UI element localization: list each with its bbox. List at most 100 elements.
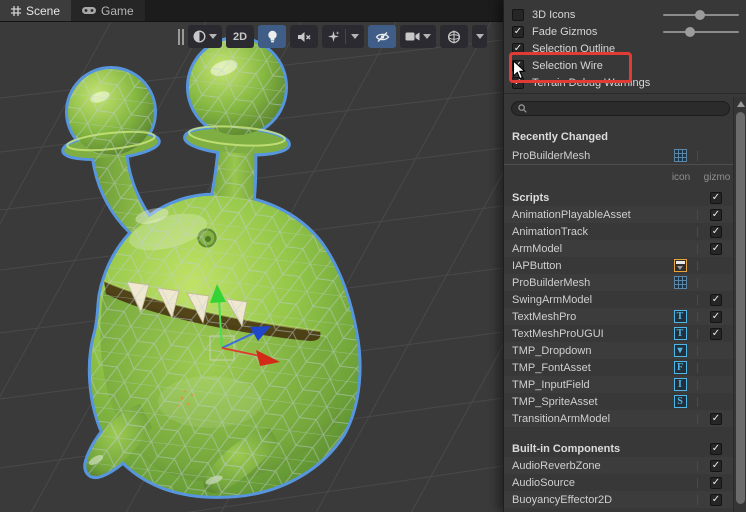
gizmo-option-row[interactable]: 3D Icons (504, 6, 746, 23)
gizmos-menu-button[interactable] (440, 25, 468, 48)
slider-thumb[interactable] (695, 10, 706, 20)
component-row[interactable]: SwingArmModel ✓ (504, 291, 746, 308)
effects-menu-button[interactable] (322, 25, 364, 48)
option-checkbox[interactable]: ✓ (512, 25, 524, 38)
gizmo-checkbox[interactable]: ✓ (710, 242, 722, 255)
scene-viewport[interactable] (0, 21, 503, 512)
column-divider (697, 379, 698, 390)
gizmo-cell: ✓ (707, 310, 725, 323)
component-row[interactable]: TextMeshPro T ✓ (504, 308, 746, 325)
light-bulb-icon (267, 30, 277, 42)
scroll-up-arrow-icon[interactable] (737, 101, 745, 107)
column-divider (697, 243, 698, 254)
gizmo-checkbox[interactable]: ✓ (710, 327, 722, 340)
column-divider (697, 460, 698, 471)
gizmo-checkbox[interactable]: ✓ (710, 310, 722, 323)
slider-thumb[interactable] (685, 27, 696, 37)
column-headers: icon gizmo (504, 172, 746, 185)
iap-button-icon[interactable] (673, 259, 687, 272)
option-slider[interactable] (663, 27, 739, 37)
gizmo-checkbox[interactable]: ✓ (710, 459, 722, 472)
section-header[interactable]: Built-in Components ✓ (504, 440, 746, 457)
tmp-inputfield-icon[interactable]: I (673, 378, 687, 391)
gizmo-checkbox[interactable]: ✓ (710, 476, 722, 489)
gizmo-checkbox[interactable]: ✓ (710, 493, 722, 506)
component-row[interactable]: TMP_FontAsset F (504, 359, 746, 376)
search-field[interactable] (511, 101, 730, 116)
component-row-label: TransitionArmModel (512, 412, 611, 425)
component-row[interactable]: TextMeshProUGUI T ✓ (504, 325, 746, 342)
section-header[interactable]: Scripts ✓ (504, 189, 746, 206)
component-row[interactable]: ArmModel ✓ (504, 240, 746, 257)
column-divider (697, 150, 698, 161)
component-row-label: AnimationTrack (512, 225, 589, 238)
column-divider (697, 260, 698, 271)
option-checkbox[interactable]: ✓ (512, 42, 524, 55)
gizmo-cell: ✓ (707, 459, 725, 472)
scrollbar-thumb[interactable] (736, 112, 745, 504)
audio-toggle-button[interactable] (290, 25, 318, 48)
component-row-label: TMP_FontAsset (512, 361, 591, 374)
probuilder-mesh-icon[interactable] (673, 149, 687, 162)
chevron-down-icon (423, 34, 431, 39)
section-gizmo-checkbox[interactable]: ✓ (710, 191, 722, 204)
component-row[interactable]: TMP_Dropdown ▾ (504, 342, 746, 359)
component-row[interactable]: TMP_InputField I (504, 376, 746, 393)
toolbar-drag-handle[interactable] (178, 28, 184, 45)
gizmo-checkbox[interactable]: ✓ (710, 208, 722, 221)
gizmo-option-row[interactable]: ✓ Selection Outline (504, 40, 746, 57)
eye-slash-icon (375, 31, 389, 42)
option-checkbox[interactable]: ✓ (512, 76, 524, 89)
gizmos-dropdown-button[interactable] (472, 25, 487, 48)
2d-toggle-button[interactable]: 2D (226, 25, 254, 48)
chevron-down-icon[interactable] (351, 34, 359, 39)
gizmo-option-row[interactable]: ✓ Fade Gizmos (504, 23, 746, 40)
section-gizmo-checkbox[interactable]: ✓ (710, 442, 722, 455)
textmeshpro-ugui-icon[interactable]: T (673, 327, 687, 340)
component-row[interactable]: AnimationTrack ✓ (504, 223, 746, 240)
component-row[interactable]: IAPButton (504, 257, 746, 274)
gizmo-checkbox[interactable]: ✓ (710, 225, 722, 238)
tab-scene[interactable]: Scene (0, 0, 72, 21)
search-icon (518, 104, 527, 113)
gizmo-checkbox[interactable]: ✓ (710, 293, 722, 306)
component-row[interactable]: AudioReverbZone ✓ (504, 457, 746, 474)
gizmo-cell: ✓ (707, 191, 725, 204)
shading-mode-button[interactable] (188, 25, 222, 48)
component-row[interactable]: TMP_SpriteAsset S (504, 393, 746, 410)
lighting-toggle-button[interactable] (258, 25, 286, 48)
tmp-fontasset-icon[interactable]: F (673, 361, 687, 374)
section: Built-in Components ✓ AudioReverbZone ✓ Audi… (504, 440, 746, 508)
hidden-objects-toggle-button[interactable] (368, 25, 396, 48)
column-divider (697, 494, 698, 505)
component-row[interactable]: ProBuilderMesh (504, 274, 746, 291)
component-row[interactable]: AudioSource ✓ (504, 474, 746, 491)
tab-scene-label: Scene (26, 3, 61, 18)
gizmo-cell: ✓ (707, 493, 725, 506)
component-row-label: ProBuilderMesh (512, 276, 591, 289)
option-slider[interactable] (663, 10, 739, 20)
icon-cell: T (671, 327, 689, 340)
tab-game[interactable]: Game (71, 0, 145, 21)
panel-scrollbar[interactable] (733, 97, 746, 512)
component-row[interactable]: TransitionArmModel ✓ (504, 410, 746, 427)
gizmos-dropdown-panel: 3D Icons ✓ Fade Gizmos ✓ Selection Outline ✓ S… (503, 0, 746, 512)
probuilder-mesh-icon[interactable] (673, 276, 687, 289)
gizmo-checkbox[interactable]: ✓ (710, 412, 722, 425)
gizmo-option-row[interactable]: ✓ Terrain Debug Warnings (504, 74, 746, 91)
component-row[interactable]: ProBuilderMesh (504, 147, 746, 165)
option-checkbox[interactable]: ✓ (512, 59, 524, 72)
scene-toolbar: 2D (178, 25, 487, 48)
tmp-spriteasset-icon[interactable]: S (673, 395, 687, 408)
option-checkbox[interactable] (512, 8, 524, 21)
tmp-dropdown-icon[interactable]: ▾ (673, 344, 687, 357)
gizmo-cell: ✓ (707, 327, 725, 340)
component-row[interactable]: BuoyancyEffector2D ✓ (504, 491, 746, 508)
column-divider (697, 362, 698, 373)
component-row[interactable]: AnimationPlayableAsset ✓ (504, 206, 746, 223)
camera-menu-button[interactable] (400, 25, 436, 48)
textmeshpro-icon[interactable]: T (673, 310, 687, 323)
search-input[interactable] (531, 102, 723, 115)
column-divider (697, 277, 698, 288)
gizmo-option-row[interactable]: ✓ Selection Wire (504, 57, 746, 74)
